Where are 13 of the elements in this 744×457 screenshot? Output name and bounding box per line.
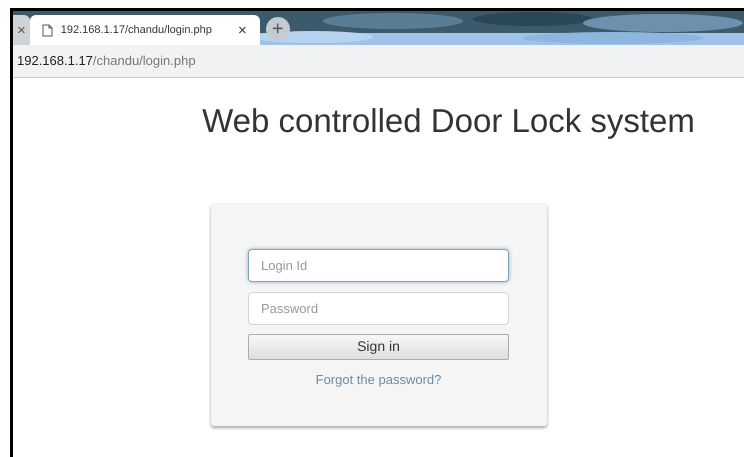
close-icon[interactable]: ×: [237, 22, 248, 38]
tab-title: 192.168.1.17/chandu/login.php: [60, 22, 213, 38]
browser-tab[interactable]: 192.168.1.17/chandu/login.php ×: [30, 15, 260, 45]
url-path: /chandu/login.php: [92, 52, 196, 70]
document-icon: [42, 24, 53, 36]
url-host: 192.168.1.17: [17, 52, 93, 70]
input-field[interactable]: Login Id: [248, 248, 509, 282]
input-field[interactable]: Password: [248, 292, 509, 324]
page-heading: Web controlled Door Lock system: [202, 101, 695, 141]
forgot-password-link[interactable]: Forgot the password?: [316, 370, 442, 389]
sign-in-button[interactable]: Sign in: [248, 334, 509, 360]
close-icon[interactable]: ×: [16, 22, 27, 38]
browser-tab[interactable]: ×: [13, 15, 30, 45]
